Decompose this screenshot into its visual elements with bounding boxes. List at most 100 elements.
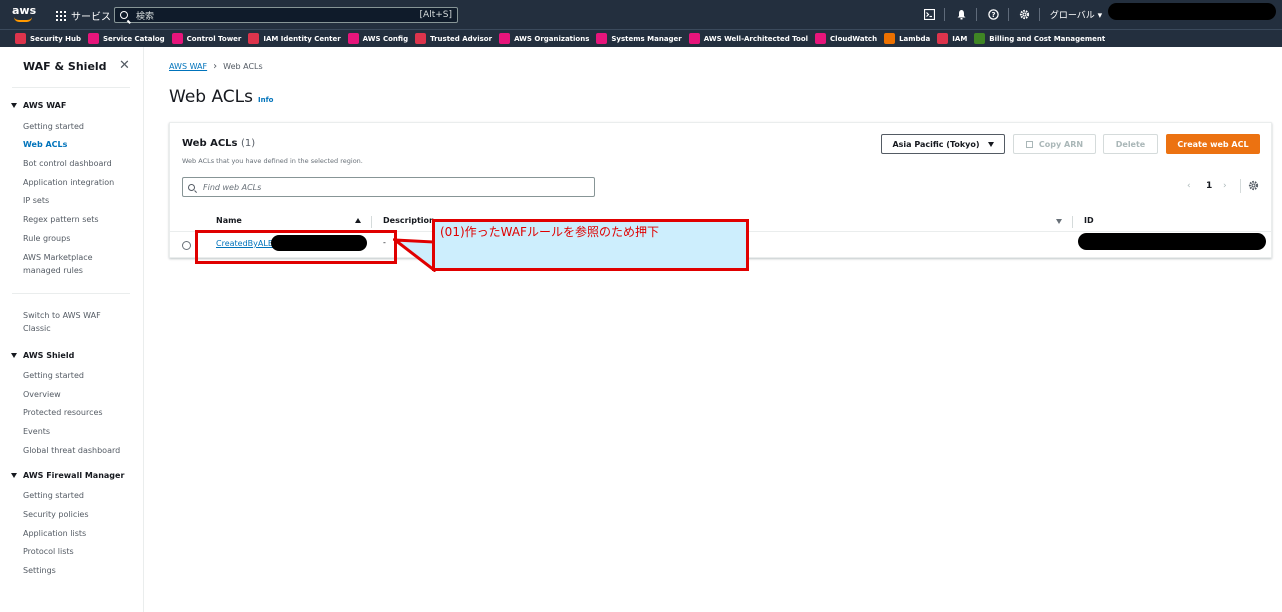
cloudshell-icon[interactable] bbox=[922, 6, 936, 22]
help-icon[interactable]: ? bbox=[986, 6, 1000, 22]
favorite-billing-and-cost-management[interactable]: Billing and Cost Management bbox=[974, 33, 1105, 44]
svg-text:?: ? bbox=[991, 11, 995, 19]
sidebar-item-marketplace-managed-rules[interactable]: AWS Marketplace managed rules bbox=[23, 251, 113, 277]
column-header-description[interactable]: Description bbox=[383, 216, 435, 225]
sidebar-item-events[interactable]: Events bbox=[23, 425, 133, 438]
sidebar-item-overview[interactable]: Overview bbox=[23, 388, 133, 401]
favorite-service-catalog[interactable]: Service Catalog bbox=[87, 33, 165, 44]
sidebar-item-protected-resources[interactable]: Protected resources bbox=[23, 406, 133, 419]
favorite-label: CloudWatch bbox=[830, 34, 878, 43]
favorite-label: IAM bbox=[952, 34, 968, 43]
sidebar-item-global-threat-dashboard[interactable]: Global threat dashboard bbox=[23, 444, 133, 457]
favorite-aws-config[interactable]: AWS Config bbox=[347, 33, 409, 44]
favorite-label: Lambda bbox=[899, 34, 931, 43]
favorite-cloudwatch[interactable]: CloudWatch bbox=[815, 33, 877, 44]
region-select-value: Asia Pacific (Tokyo) bbox=[892, 139, 980, 149]
favorite-label: Systems Manager bbox=[611, 34, 682, 43]
sidebar-item-bot-control-dashboard[interactable]: Bot control dashboard bbox=[23, 157, 133, 170]
find-web-acls-input[interactable]: Find web ACLs bbox=[182, 177, 595, 197]
favorites-bar: Security Hub Service Catalog Control Tower… bbox=[0, 29, 1282, 47]
sidebar-item-ip-sets[interactable]: IP sets bbox=[23, 194, 133, 207]
column-header-name[interactable]: Name bbox=[216, 216, 242, 225]
aws-logo[interactable]: aws bbox=[12, 4, 38, 24]
sidebar-item-settings[interactable]: Settings bbox=[23, 564, 133, 577]
service-icon bbox=[815, 33, 827, 44]
account-menu-redacted[interactable] bbox=[1108, 3, 1276, 20]
sidebar-item-web-acls[interactable]: Web ACLs bbox=[23, 138, 133, 151]
annotation-callout: (01)作ったWAFルールを参照のため押下 bbox=[432, 219, 749, 271]
sidebar-item-rule-groups[interactable]: Rule groups bbox=[23, 232, 133, 245]
service-icon bbox=[974, 33, 986, 44]
section-aws-shield[interactable]: AWS Shield bbox=[11, 351, 74, 360]
section-label: AWS WAF bbox=[23, 101, 67, 110]
services-menu-button[interactable]: サービス bbox=[56, 8, 111, 23]
sidebar-title: WAF & Shield bbox=[23, 60, 107, 73]
sort-ascending-icon[interactable] bbox=[355, 218, 361, 223]
bell-icon[interactable] bbox=[954, 6, 968, 22]
favorite-aws-well-architected-tool[interactable]: AWS Well-Architected Tool bbox=[688, 33, 809, 44]
service-icon bbox=[415, 33, 427, 44]
favorite-label: IAM Identity Center bbox=[263, 34, 341, 43]
close-icon[interactable]: ✕ bbox=[119, 58, 130, 73]
switch-to-waf-classic-link[interactable]: Switch to AWS WAF Classic bbox=[23, 309, 113, 335]
favorite-label: Billing and Cost Management bbox=[989, 34, 1106, 43]
favorite-label: AWS Well-Architected Tool bbox=[703, 34, 809, 43]
copy-icon bbox=[1025, 140, 1033, 148]
favorite-iam-identity-center[interactable]: IAM Identity Center bbox=[248, 33, 341, 44]
aws-smile-icon bbox=[14, 17, 32, 22]
sidebar-item-shield-getting-started[interactable]: Getting started bbox=[23, 369, 133, 382]
region-menu[interactable]: グローバル ▾ bbox=[1048, 6, 1104, 22]
region-select[interactable]: Asia Pacific (Tokyo) bbox=[881, 134, 1005, 154]
favorite-lambda[interactable]: Lambda bbox=[884, 33, 930, 44]
global-search-input[interactable]: 検索 [Alt+S] bbox=[114, 7, 458, 23]
next-page-icon[interactable]: › bbox=[1223, 181, 1227, 191]
sidebar-item-security-policies[interactable]: Security policies bbox=[23, 508, 133, 521]
caret-down-icon bbox=[11, 353, 17, 358]
favorite-label: AWS Organizations bbox=[514, 34, 590, 43]
favorite-security-hub[interactable]: Security Hub bbox=[15, 33, 81, 44]
section-firewall-manager[interactable]: AWS Firewall Manager bbox=[11, 471, 124, 480]
caret-down-icon bbox=[987, 141, 994, 147]
sidebar-item-application-lists[interactable]: Application lists bbox=[23, 527, 133, 540]
breadcrumb: AWS WAF › Web ACLs bbox=[169, 61, 263, 72]
aws-logo-text: aws bbox=[12, 4, 37, 17]
favorite-label: Trusted Advisor bbox=[430, 34, 493, 43]
section-aws-waf[interactable]: AWS WAF bbox=[11, 101, 66, 110]
web-acl-id-redacted bbox=[1078, 233, 1266, 250]
create-web-acl-button[interactable]: Create web ACL bbox=[1166, 134, 1260, 154]
breadcrumb-aws-waf-link[interactable]: AWS WAF bbox=[169, 62, 207, 71]
sidebar-item-regex-pattern-sets[interactable]: Regex pattern sets bbox=[23, 213, 133, 226]
sidebar-item-waf-getting-started[interactable]: Getting started bbox=[23, 120, 133, 133]
sidebar-item-application-integration[interactable]: Application integration bbox=[23, 176, 133, 189]
section-label: AWS Firewall Manager bbox=[23, 471, 125, 480]
sidebar-item-fm-getting-started[interactable]: Getting started bbox=[23, 489, 133, 502]
favorite-iam[interactable]: IAM bbox=[937, 33, 967, 44]
services-label: サービス bbox=[71, 12, 111, 23]
service-icon bbox=[688, 33, 700, 44]
table-preferences-gear-icon[interactable] bbox=[1248, 180, 1259, 194]
sort-icon[interactable] bbox=[1056, 219, 1062, 224]
gear-icon[interactable] bbox=[1017, 6, 1031, 22]
delete-button[interactable]: Delete bbox=[1103, 134, 1158, 154]
service-icon bbox=[499, 33, 511, 44]
favorite-label: AWS Config bbox=[362, 34, 409, 43]
caret-down-icon bbox=[11, 103, 17, 108]
annotation-text: (01)作ったWAFルールを参照のため押下 bbox=[440, 225, 659, 239]
grid-icon bbox=[56, 10, 66, 21]
service-icon bbox=[937, 33, 949, 44]
top-nav-bar: aws サービス 検索 [Alt+S] ? グローバル ▾ bbox=[0, 0, 1282, 29]
favorite-label: Security Hub bbox=[30, 34, 81, 43]
row-select-radio[interactable] bbox=[182, 241, 191, 250]
previous-page-icon[interactable]: ‹ bbox=[1187, 181, 1191, 191]
copy-arn-button[interactable]: Copy ARN bbox=[1013, 134, 1096, 154]
page-number[interactable]: 1 bbox=[1206, 181, 1212, 191]
column-header-id[interactable]: ID bbox=[1084, 216, 1094, 225]
sidebar-item-protocol-lists[interactable]: Protocol lists bbox=[23, 545, 133, 558]
info-link[interactable]: Info bbox=[258, 96, 273, 104]
search-icon bbox=[120, 11, 128, 19]
favorite-aws-organizations[interactable]: AWS Organizations bbox=[499, 33, 589, 44]
search-shortcut: [Alt+S] bbox=[419, 10, 452, 20]
favorite-systems-manager[interactable]: Systems Manager bbox=[596, 33, 682, 44]
favorite-control-tower[interactable]: Control Tower bbox=[171, 33, 241, 44]
favorite-trusted-advisor[interactable]: Trusted Advisor bbox=[415, 33, 492, 44]
